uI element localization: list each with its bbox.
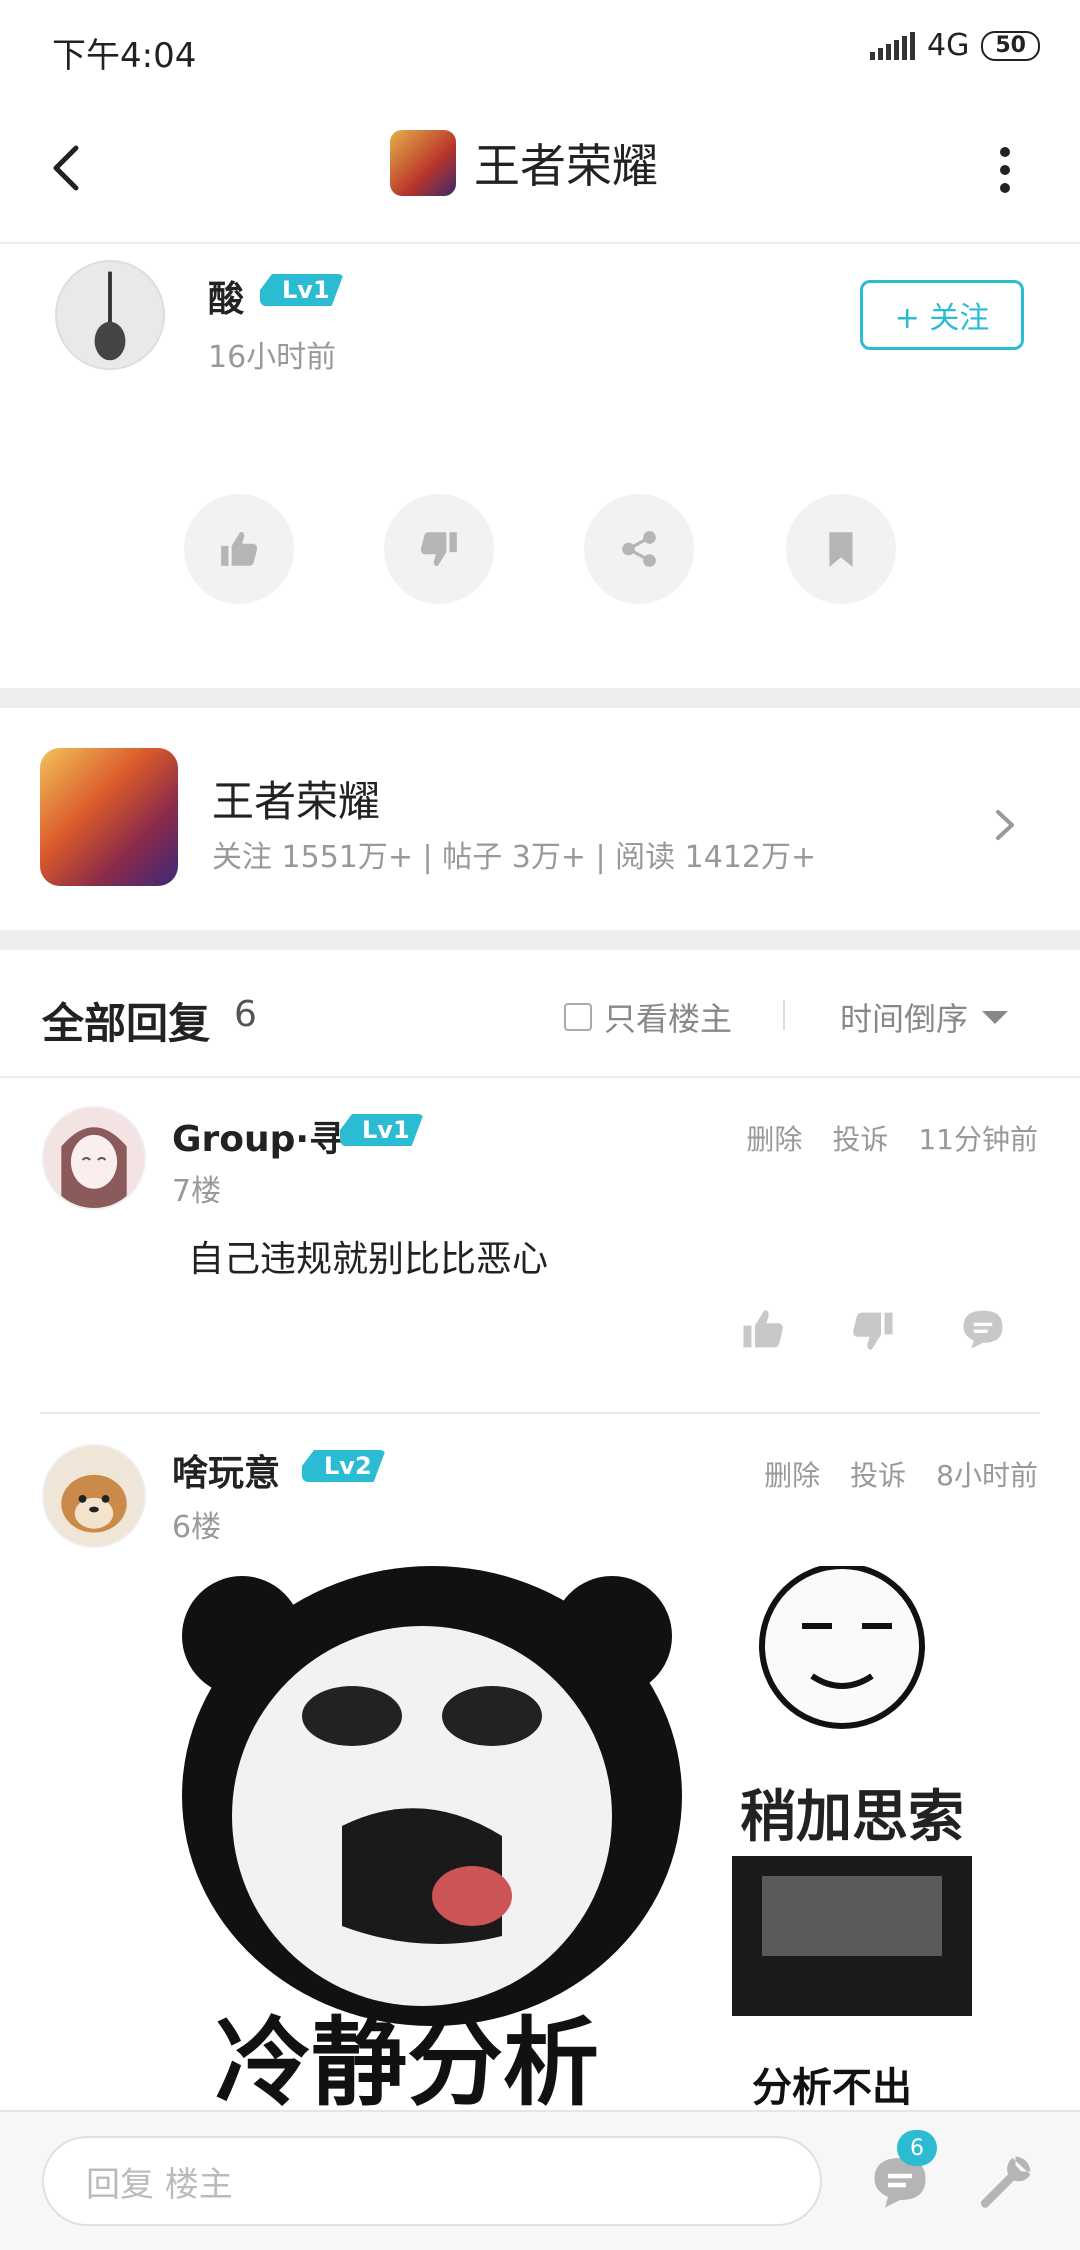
- thumbs-down-icon[interactable]: [850, 1308, 896, 1354]
- chevron-right-icon: [996, 810, 1014, 840]
- report-button[interactable]: 投诉: [832, 1118, 888, 1158]
- more-icon[interactable]: [990, 140, 1020, 200]
- replies-title: 全部回复: [42, 999, 211, 1048]
- share-icon: [622, 531, 656, 567]
- comment-time: 11分钟前: [918, 1123, 1038, 1156]
- forum-name: 王者荣耀: [212, 777, 381, 826]
- comment-floor: 6楼: [172, 1510, 222, 1545]
- comment-meta: 删除 投诉 11分钟前: [746, 1118, 1038, 1158]
- nav-title-text: 王者荣耀: [474, 139, 658, 193]
- commenter-avatar[interactable]: [42, 1444, 146, 1548]
- share-button[interactable]: [584, 494, 694, 604]
- delete-button[interactable]: 删除: [764, 1454, 820, 1494]
- signal-icon: [870, 31, 916, 60]
- network-type: 4G: [927, 28, 970, 63]
- forum-stats: 关注 1551万+ | 帖子 3万+ | 阅读 1412万+: [212, 840, 817, 875]
- delete-button[interactable]: 删除: [746, 1118, 802, 1158]
- commenter-name[interactable]: Group·寻: [172, 1110, 345, 1162]
- thumbs-up-icon: [221, 532, 258, 566]
- sort-label: 时间倒序: [840, 1000, 969, 1038]
- checkbox-icon: [564, 1003, 592, 1031]
- thumbs-down-icon: [420, 532, 457, 566]
- section-divider: [0, 930, 1080, 950]
- nav-bar: 王者荣耀: [0, 100, 1080, 244]
- comment-time: 8小时前: [936, 1459, 1038, 1492]
- battery-icon: 50: [981, 30, 1040, 61]
- commenter-avatar[interactable]: [42, 1106, 146, 1210]
- report-button[interactable]: 投诉: [850, 1454, 906, 1494]
- author-name[interactable]: 酸: [208, 270, 244, 322]
- comment-image[interactable]: 冷静分析 稍加思索 分析不出: [172, 1566, 1040, 2106]
- nav-title: 王者荣耀: [390, 130, 658, 196]
- wrench-icon[interactable]: [975, 2152, 1035, 2212]
- bookmark-icon: [829, 532, 853, 567]
- comment-floor: 7楼: [172, 1174, 222, 1209]
- comment-icon[interactable]: [960, 1306, 1006, 1352]
- dislike-button[interactable]: [384, 494, 494, 604]
- meme-text-main: 冷静分析: [215, 2007, 599, 2106]
- sort-dropdown[interactable]: 时间倒序: [840, 994, 1009, 1040]
- like-button[interactable]: [184, 494, 294, 604]
- status-time: 下午4:04: [52, 36, 197, 76]
- reply-input[interactable]: 回复 楼主: [42, 2136, 822, 2226]
- status-bar: 下午4:04 4G 50: [0, 0, 1080, 100]
- forum-card[interactable]: 王者荣耀 关注 1551万+ | 帖子 3万+ | 阅读 1412万+: [0, 708, 1080, 930]
- comment-actions: [730, 1300, 1020, 1360]
- replies-count: 6: [234, 994, 257, 1035]
- header-divider: [783, 1000, 785, 1030]
- back-icon[interactable]: [38, 138, 98, 198]
- message-count-badge: 6: [897, 2130, 937, 2166]
- chevron-down-icon: [982, 1010, 1009, 1024]
- thumbs-up-icon[interactable]: [740, 1306, 786, 1352]
- meme-drawing: 冷静分析 稍加思索 分析不出: [172, 1566, 1040, 2106]
- bookmark-button[interactable]: [786, 494, 896, 604]
- author-level-badge: Lv1: [260, 274, 344, 306]
- meme-text-bottom: 分析不出: [752, 2065, 912, 2106]
- meme-text-top: 稍加思索: [740, 1785, 964, 1850]
- bottom-bar: 回复 楼主 6: [0, 2110, 1080, 2250]
- comment-divider: [40, 1412, 1040, 1414]
- only-host-label: 只看楼主: [604, 1000, 733, 1038]
- status-indicators: 4G 50: [870, 28, 1040, 63]
- forum-icon: [40, 748, 178, 886]
- post-time: 16小时前: [208, 340, 337, 375]
- comment-meta: 删除 投诉 8小时前: [764, 1454, 1038, 1494]
- commenter-name[interactable]: 啥玩意: [172, 1444, 280, 1496]
- commenter-level-badge: Lv1: [340, 1114, 424, 1146]
- only-host-toggle[interactable]: 只看楼主: [564, 994, 732, 1040]
- section-divider: [0, 688, 1080, 708]
- comment-text: 自己违规就别比比恶心: [188, 1239, 549, 1280]
- replies-header: 全部回复 6 只看楼主 时间倒序: [0, 950, 1080, 1078]
- game-logo-icon: [390, 130, 456, 196]
- commenter-level-badge: Lv2: [302, 1450, 386, 1482]
- author-avatar[interactable]: [55, 260, 165, 370]
- follow-button[interactable]: + 关注: [860, 280, 1024, 350]
